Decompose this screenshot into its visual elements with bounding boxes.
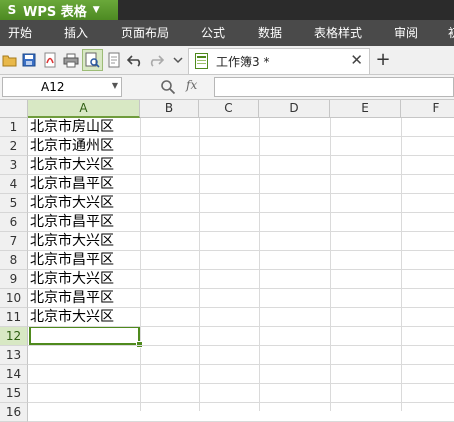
cell-a4[interactable]: 北京市昌平区 [30, 175, 114, 194]
row-header[interactable]: 3 [0, 156, 28, 175]
row-header[interactable]: 4 [0, 175, 28, 194]
menu-overflow[interactable]: 初 [448, 20, 454, 46]
menu-table-style[interactable]: 表格样式 [314, 20, 362, 46]
cell-a5[interactable]: 北京市大兴区 [30, 194, 114, 213]
print-setup-icon[interactable] [106, 52, 122, 68]
row-header[interactable]: 13 [0, 346, 28, 365]
chevron-down-icon[interactable]: ▼ [112, 81, 118, 90]
grid-line [28, 402, 454, 403]
menu-review[interactable]: 审阅 [394, 20, 418, 46]
save-icon[interactable] [21, 52, 37, 68]
cell-a7[interactable]: 北京市大兴区 [30, 232, 114, 251]
row-header[interactable]: 12 [0, 327, 28, 346]
row-header[interactable]: 7 [0, 232, 28, 251]
cell-a9[interactable]: 北京市大兴区 [30, 270, 114, 289]
cell-a3[interactable]: 北京市大兴区 [30, 156, 114, 175]
column-header-e[interactable]: E [330, 100, 401, 118]
document-tab[interactable]: 工作簿3 * ✕ [188, 48, 370, 74]
column-header-c[interactable]: C [199, 100, 259, 118]
print-preview-icon[interactable] [84, 52, 100, 68]
print-icon[interactable] [63, 52, 79, 68]
menu-page-layout[interactable]: 页面布局 [121, 20, 169, 46]
column-header-a[interactable]: A [28, 100, 140, 118]
row-header[interactable]: 6 [0, 213, 28, 232]
dropdown-icon[interactable] [170, 52, 186, 68]
grid-line [140, 118, 141, 411]
spreadsheet-grid: A B C D E F 1 2 3 4 5 6 7 8 9 10 11 12 13 14 15 16 北京市房山… [0, 100, 454, 422]
row-header[interactable]: 16 [0, 403, 28, 422]
name-box[interactable]: A12 ▼ [2, 77, 122, 97]
cell-a6[interactable]: 北京市昌平区 [30, 213, 114, 232]
wps-logo-icon: S [7, 3, 17, 17]
chevron-down-icon: ▼ [92, 5, 100, 15]
row-header[interactable]: 2 [0, 137, 28, 156]
cell-a8[interactable]: 北京市昌平区 [30, 251, 114, 270]
app-menu-button[interactable]: S WPS 表格 ▼ [0, 0, 118, 20]
menu-bar: 开始 插入 页面布局 公式 数据 表格样式 审阅 初 [0, 20, 454, 46]
grid-line [28, 345, 454, 346]
cell-a10[interactable]: 北京市昌平区 [30, 289, 114, 308]
column-header-f[interactable]: F [401, 100, 454, 118]
spreadsheet-doc-icon [195, 53, 208, 69]
active-cell-a12[interactable] [29, 326, 140, 345]
row-header[interactable]: 15 [0, 384, 28, 403]
fx-icon[interactable]: fx [186, 78, 197, 92]
document-title: 工作簿3 * [216, 55, 270, 69]
row-header[interactable]: 8 [0, 251, 28, 270]
formula-input[interactable] [214, 77, 454, 97]
column-header-b[interactable]: B [140, 100, 199, 118]
grid-line [199, 118, 200, 411]
column-header-d[interactable]: D [259, 100, 330, 118]
menu-formulas[interactable]: 公式 [201, 20, 225, 46]
row-header[interactable]: 5 [0, 194, 28, 213]
select-all-corner[interactable] [0, 100, 28, 118]
cell-a11[interactable]: 北京市大兴区 [30, 308, 114, 327]
grid-line [401, 118, 402, 411]
close-tab-icon[interactable]: ✕ [350, 51, 363, 69]
row-header[interactable]: 14 [0, 365, 28, 384]
row-header[interactable]: 9 [0, 270, 28, 289]
row-header[interactable]: 11 [0, 308, 28, 327]
undo-icon[interactable] [127, 52, 143, 68]
formula-bar: A12 ▼ fx [0, 75, 454, 100]
open-folder-icon[interactable] [2, 52, 18, 68]
export-pdf-icon[interactable] [42, 52, 58, 68]
grid-line [330, 118, 331, 411]
redo-icon[interactable] [148, 52, 164, 68]
row-header[interactable]: 1 [0, 118, 28, 137]
cell-a2[interactable]: 北京市通州区 [30, 137, 114, 156]
grid-line [28, 364, 454, 365]
menu-data[interactable]: 数据 [258, 20, 282, 46]
row-header[interactable]: 10 [0, 289, 28, 308]
name-box-value: A12 [41, 80, 65, 94]
new-tab-button[interactable]: + [372, 48, 394, 72]
cell-a1[interactable]: 北京市房山区 [30, 118, 114, 137]
zoom-search-icon[interactable] [160, 79, 176, 95]
menu-home[interactable]: 开始 [8, 20, 32, 46]
menu-insert[interactable]: 插入 [64, 20, 88, 46]
grid-line [259, 118, 260, 411]
title-bar: S WPS 表格 ▼ [0, 0, 454, 20]
grid-line [28, 383, 454, 384]
app-name: WPS 表格 [23, 4, 87, 20]
